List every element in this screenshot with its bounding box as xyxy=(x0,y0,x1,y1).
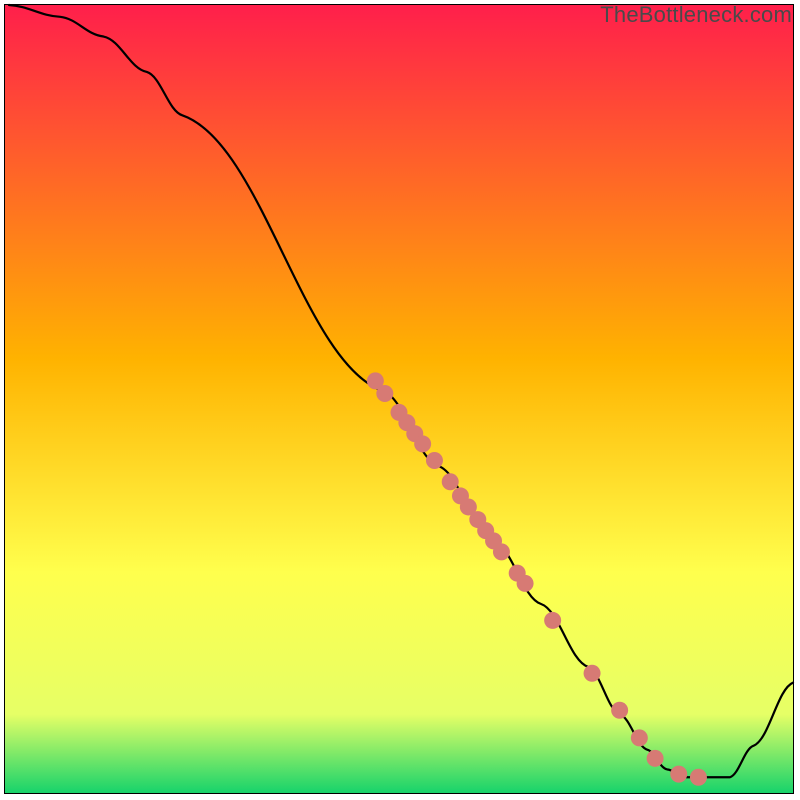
data-point xyxy=(690,769,707,786)
data-point xyxy=(414,435,431,452)
data-point xyxy=(426,452,443,469)
data-point xyxy=(442,473,459,490)
gradient-background xyxy=(5,5,793,793)
data-point xyxy=(584,665,601,682)
data-point xyxy=(544,612,561,629)
data-point xyxy=(611,702,628,719)
data-point xyxy=(670,766,687,783)
data-point xyxy=(493,543,510,560)
data-point xyxy=(517,575,534,592)
watermark-text: TheBottleneck.com xyxy=(600,2,792,28)
data-point xyxy=(376,385,393,402)
chart-stage: TheBottleneck.com xyxy=(0,0,800,800)
chart-svg xyxy=(0,0,800,800)
data-point xyxy=(647,750,664,767)
data-point xyxy=(631,729,648,746)
